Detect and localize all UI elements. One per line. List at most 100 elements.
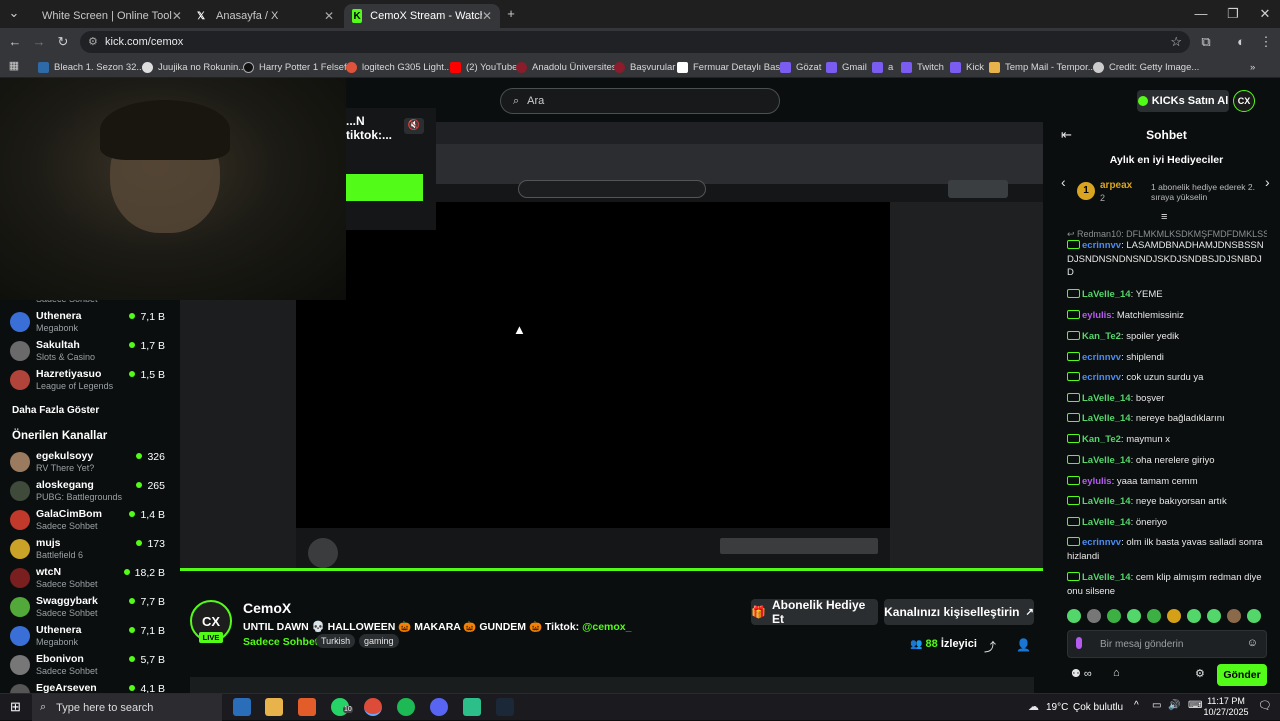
bookmark-item[interactable]: Anadolu Üniversitesi <box>516 59 619 75</box>
mute-icon[interactable]: 🔇 <box>404 118 424 134</box>
chat-username[interactable]: LaVelle_14 <box>1082 455 1131 466</box>
emote-icon[interactable] <box>1227 609 1241 623</box>
weather-temp[interactable]: 19°C <box>1046 702 1068 713</box>
bookmark-item[interactable]: Harry Potter 1 Felsef... <box>243 59 355 75</box>
emote-icon[interactable] <box>1187 609 1201 623</box>
gift-subscription-button[interactable]: 🎁 Abonelik Hediye Et <box>751 598 878 626</box>
user-manage-icon[interactable]: 👤 <box>1016 638 1031 652</box>
channel-name[interactable]: CemoX <box>243 600 291 616</box>
spotify-icon[interactable] <box>397 698 415 716</box>
bookmark-item[interactable]: Juujika no Rokunin... <box>142 59 246 75</box>
chat-username[interactable]: eylulis <box>1082 476 1112 487</box>
tab-white-screen[interactable]: White Screen | Online Tool ✕ <box>26 4 184 28</box>
app-icon[interactable] <box>463 698 481 716</box>
discord-icon[interactable] <box>430 698 448 716</box>
reload-icon[interactable]: ↻ <box>52 28 74 56</box>
bookmark-star-icon[interactable]: ☆ <box>1170 34 1182 50</box>
weather-text[interactable]: Çok bulutlu <box>1073 702 1123 713</box>
chrome-icon[interactable] <box>364 698 382 716</box>
bookmark-item[interactable]: Temp Mail - Tempor... <box>989 59 1096 75</box>
bookmark-item[interactable]: (2) YouTube <box>450 59 517 75</box>
network-icon[interactable]: ▭ <box>1152 700 1161 711</box>
stream-progress-bar[interactable] <box>180 568 1043 571</box>
bookmark-item[interactable]: Gmail <box>826 59 867 75</box>
chat-username[interactable]: eylulis <box>1082 310 1112 321</box>
bookmark-item[interactable]: Bleach 1. Sezon 32... <box>38 59 144 75</box>
tag-gaming[interactable]: gaming <box>359 634 399 648</box>
chat-username[interactable]: ecrinnvv <box>1082 372 1121 383</box>
chat-input[interactable]: Bir mesaj gönderin ☺ <box>1067 630 1267 658</box>
top-gifter-name[interactable]: arpeax <box>1100 180 1132 191</box>
rewards-icon[interactable]: ⚉ ∞ <box>1071 667 1092 680</box>
bookmark-item[interactable]: logitech G305 Light... <box>346 59 452 75</box>
chat-username[interactable]: LaVelle_14 <box>1082 393 1131 404</box>
tab-x[interactable]: 𝕏 Anasayfa / X ✕ <box>186 4 342 28</box>
chat-username[interactable]: LaVelle_14 <box>1082 496 1131 507</box>
chat-username[interactable]: ecrinnvv <box>1082 240 1121 251</box>
stream-title-handle[interactable]: @cemox_ <box>582 621 631 633</box>
sidebar-channel-sakultah[interactable]: Sakultah Slots & Casino 1,7 B <box>10 339 165 367</box>
file-explorer-icon[interactable] <box>265 698 283 716</box>
sidebar-channel-ebonivon[interactable]: Ebonivon Sadece Sohbet 5,7 B <box>10 653 165 681</box>
url-bar[interactable]: ⚙ kick.com/cemox ☆ <box>80 31 1190 53</box>
clock-time[interactable]: 11:17 PM <box>1204 696 1248 706</box>
taskbar-search-input[interactable]: ⌕ Type here to search <box>32 694 222 721</box>
sidebar-channel-swaggybark[interactable]: Swaggybark Sadece Sohbet 7,7 B <box>10 595 165 623</box>
bookmark-item[interactable]: Fermuar Detaylı Bas... <box>677 59 788 75</box>
pinned-icon[interactable]: ≡ <box>1161 211 1167 223</box>
emote-icon[interactable] <box>1167 609 1181 623</box>
chat-username[interactable]: Kan_Te2 <box>1082 434 1121 445</box>
chat-settings-icon[interactable]: ⚙ <box>1195 667 1205 680</box>
sidebar-channel-wtcn[interactable]: wtcN Sadece Sohbet 18,2 B <box>10 566 165 594</box>
minimize-icon[interactable]: — <box>1190 0 1212 28</box>
prev-gifter-icon[interactable]: ‹ <box>1061 174 1066 190</box>
extensions-icon[interactable]: ⧉ <box>1195 28 1217 56</box>
emote-icon[interactable] <box>1067 609 1081 623</box>
bookmark-item[interactable]: Twitch <box>901 59 944 75</box>
sidebar-channel-galacimbom[interactable]: GalaCimBom Sadece Sohbet 1,4 B <box>10 508 165 536</box>
chat-username[interactable]: Kan_Te2 <box>1082 331 1121 342</box>
more-bookmarks-icon[interactable]: » <box>1250 59 1255 75</box>
customize-channel-button[interactable]: Kanalınızı kişiselleştirin ↗ <box>884 599 1034 625</box>
close-tab-icon[interactable]: ✕ <box>172 9 182 23</box>
steam-icon[interactable] <box>496 698 514 716</box>
send-button[interactable]: Gönder <box>1217 664 1267 686</box>
close-tab-icon[interactable]: ✕ <box>482 9 492 23</box>
share-icon[interactable]: ⤴ <box>984 638 996 655</box>
taskbar-app-icon[interactable] <box>233 698 251 716</box>
apps-grid-icon[interactable]: ▦ <box>3 52 25 80</box>
tab-search-icon[interactable]: ⌄ <box>3 0 25 26</box>
sidebar-channel-egekulsoyy[interactable]: egekulsoyy RV There Yet? 326 <box>10 450 165 478</box>
forward-icon[interactable]: → <box>28 28 50 56</box>
restore-icon[interactable]: ❐ <box>1222 0 1244 28</box>
chat-username[interactable]: LaVelle_14 <box>1082 413 1131 424</box>
emote-icon[interactable] <box>1147 609 1161 623</box>
emote-icon[interactable] <box>1087 609 1101 623</box>
stream-category[interactable]: Sadece Sohbet <box>243 636 318 648</box>
sidebar-channel-uthenera[interactable]: Uthenera Megabonk 7,1 B <box>10 624 165 652</box>
chat-username[interactable]: ecrinnvv <box>1082 352 1121 363</box>
clock-date[interactable]: 10/27/2025 <box>1200 707 1252 717</box>
emote-icon[interactable] <box>1127 609 1141 623</box>
emote-icon[interactable] <box>1107 609 1121 623</box>
close-window-icon[interactable]: ✕ <box>1254 0 1276 28</box>
emote-icon[interactable] <box>1207 609 1221 623</box>
windows-start-icon[interactable]: ⊞ <box>10 699 21 715</box>
emoji-picker-icon[interactable]: ☺ <box>1247 637 1258 649</box>
emote-icon[interactable] <box>1247 609 1261 623</box>
sidebar-channel-uthenera[interactable]: Uthenera Megabonk 7,1 B <box>10 310 165 338</box>
tag-turkish[interactable]: Turkish <box>316 634 356 648</box>
notifications-icon[interactable]: 🗨 <box>1258 699 1272 712</box>
new-tab-icon[interactable]: + <box>500 0 522 27</box>
tray-chevron-icon[interactable]: ^ <box>1134 700 1139 711</box>
sidebar-channel-aloskegang[interactable]: aloskegang PUBG: Battlegrounds 265 <box>10 479 165 507</box>
close-tab-icon[interactable]: ✕ <box>324 9 334 23</box>
bookmark-item[interactable]: a <box>872 59 893 75</box>
menu-icon[interactable]: ⋮ <box>1255 28 1277 56</box>
chat-username[interactable]: LaVelle_14 <box>1082 289 1131 300</box>
chat-username[interactable]: ecrinnvv <box>1082 537 1121 548</box>
chat-username[interactable]: LaVelle_14 <box>1082 572 1131 583</box>
buy-kicks-button[interactable]: KICKs Satın Al <box>1137 90 1229 112</box>
show-more-link[interactable]: Daha Fazla Göster <box>12 405 99 416</box>
bookmark-item[interactable]: Credit: Getty Image... <box>1093 59 1199 75</box>
